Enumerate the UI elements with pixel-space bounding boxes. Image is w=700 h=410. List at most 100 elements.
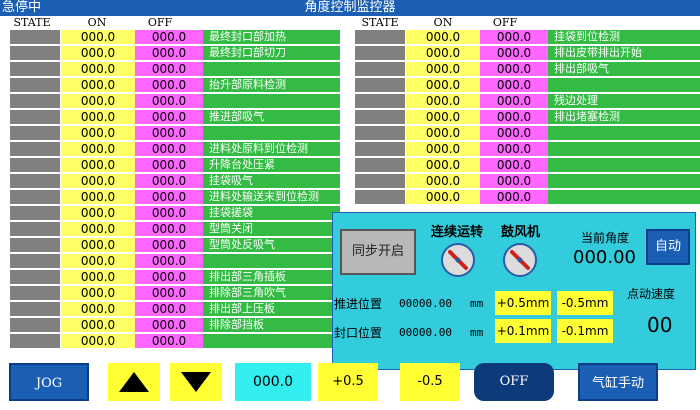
io-description: 抬升部原料检测 [203, 78, 340, 93]
on-angle-value[interactable]: 000.0 [61, 334, 135, 349]
on-angle-value[interactable]: 000.0 [61, 318, 135, 333]
io-description: 排出皮带排出开始 [548, 46, 700, 61]
on-angle-value[interactable]: 000.0 [406, 158, 480, 173]
on-angle-value[interactable]: 000.0 [406, 142, 480, 157]
off-angle-value[interactable]: 000.0 [480, 158, 548, 173]
state-indicator [10, 62, 61, 77]
off-angle-value[interactable]: 000.0 [135, 286, 203, 301]
off-angle-value[interactable]: 000.0 [135, 62, 203, 77]
on-angle-value[interactable]: 000.0 [406, 78, 480, 93]
off-angle-value[interactable]: 000.0 [480, 46, 548, 61]
state-indicator [10, 206, 61, 221]
state-indicator [10, 142, 61, 157]
off-angle-value[interactable]: 000.0 [480, 174, 548, 189]
io-description: 最终封口部切刀 [203, 46, 340, 61]
on-angle-value[interactable]: 000.0 [61, 270, 135, 285]
off-angle-value[interactable]: 000.0 [135, 174, 203, 189]
io-description: 推进部吸气 [203, 110, 340, 125]
state-indicator [355, 62, 406, 77]
jog-button[interactable]: JOG [9, 363, 89, 401]
on-angle-value[interactable]: 000.0 [406, 190, 480, 205]
state-indicator [10, 318, 61, 333]
on-angle-value[interactable]: 000.0 [61, 158, 135, 173]
off-angle-value[interactable]: 000.0 [135, 238, 203, 253]
on-angle-value[interactable]: 000.0 [61, 254, 135, 269]
up-button[interactable] [108, 363, 160, 401]
on-angle-value[interactable]: 000.0 [61, 78, 135, 93]
off-angle-value[interactable]: 000.0 [135, 302, 203, 317]
on-angle-value[interactable]: 000.0 [61, 238, 135, 253]
off-angle-value[interactable]: 000.0 [135, 222, 203, 237]
off-angle-value[interactable]: 000.0 [135, 206, 203, 221]
on-angle-value[interactable]: 000.0 [61, 174, 135, 189]
io-description: 型筒关闭 [203, 222, 340, 237]
off-angle-value[interactable]: 000.0 [135, 270, 203, 285]
io-description: 排出堵塞检测 [548, 110, 700, 125]
off-angle-value[interactable]: 000.0 [135, 30, 203, 45]
blower-switch[interactable] [503, 243, 537, 277]
on-angle-value[interactable]: 000.0 [61, 126, 135, 141]
cylinder-manual-button[interactable]: 气缸手动 [578, 363, 658, 401]
io-description [203, 334, 340, 349]
off-angle-value[interactable]: 000.0 [135, 94, 203, 109]
on-angle-value[interactable]: 000.0 [61, 142, 135, 157]
off-angle-value[interactable]: 000.0 [135, 46, 203, 61]
plus-0-5-button[interactable]: +0.5 [318, 363, 378, 401]
io-description: 排除部三角吹气 [203, 286, 340, 301]
on-angle-value[interactable]: 000.0 [61, 62, 135, 77]
on-angle-value[interactable]: 000.0 [61, 94, 135, 109]
on-angle-value[interactable]: 000.0 [61, 190, 135, 205]
off-angle-value[interactable]: 000.0 [480, 126, 548, 141]
state-indicator [10, 126, 61, 141]
on-angle-value[interactable]: 000.0 [406, 126, 480, 141]
on-angle-value[interactable]: 000.0 [61, 30, 135, 45]
off-angle-value[interactable]: 000.0 [135, 110, 203, 125]
push-position-unit: mm [470, 297, 484, 310]
off-angle-value[interactable]: 000.0 [480, 30, 548, 45]
state-indicator [355, 174, 406, 189]
push-minus-0-5-button[interactable]: -0.5mm [557, 291, 613, 315]
off-angle-value[interactable]: 000.0 [135, 142, 203, 157]
on-angle-value[interactable]: 000.0 [61, 222, 135, 237]
current-angle-label: 当前角度 [581, 231, 630, 245]
off-angle-value[interactable]: 000.0 [135, 190, 203, 205]
off-angle-value[interactable]: 000.0 [480, 78, 548, 93]
on-angle-value[interactable]: 000.0 [61, 110, 135, 125]
jog-speed-value: 00 [647, 313, 673, 337]
off-angle-value[interactable]: 000.0 [480, 142, 548, 157]
state-indicator [10, 222, 61, 237]
off-angle-value[interactable]: 000.0 [480, 62, 548, 77]
on-angle-value[interactable]: 000.0 [406, 30, 480, 45]
off-angle-value[interactable]: 000.0 [135, 78, 203, 93]
on-angle-value[interactable]: 000.0 [61, 302, 135, 317]
off-angle-value[interactable]: 000.0 [135, 126, 203, 141]
continuous-run-switch[interactable] [441, 243, 475, 277]
io-description: 最终封口部加热 [203, 30, 340, 45]
on-angle-value[interactable]: 000.0 [61, 206, 135, 221]
minus-0-5-button[interactable]: -0.5 [400, 363, 460, 401]
off-angle-value[interactable]: 000.0 [480, 110, 548, 125]
off-button[interactable]: OFF [474, 363, 554, 401]
down-button[interactable] [170, 363, 222, 401]
seal-plus-0-1-button[interactable]: +0.1mm [495, 319, 551, 343]
on-angle-value[interactable]: 000.0 [406, 174, 480, 189]
push-plus-0-5-button[interactable]: +0.5mm [495, 291, 551, 315]
on-angle-value[interactable]: 000.0 [406, 46, 480, 61]
off-angle-value[interactable]: 000.0 [135, 318, 203, 333]
on-angle-value[interactable]: 000.0 [61, 286, 135, 301]
state-indicator [355, 30, 406, 45]
on-angle-value[interactable]: 000.0 [61, 46, 135, 61]
switch-needle-icon [448, 250, 468, 270]
sync-start-button[interactable]: 同步开启 [340, 229, 416, 275]
off-angle-value[interactable]: 000.0 [480, 94, 548, 109]
off-angle-value[interactable]: 000.0 [135, 158, 203, 173]
off-angle-value[interactable]: 000.0 [135, 254, 203, 269]
off-angle-value[interactable]: 000.0 [135, 334, 203, 349]
on-angle-value[interactable]: 000.0 [406, 110, 480, 125]
on-angle-value[interactable]: 000.0 [406, 94, 480, 109]
on-angle-value[interactable]: 000.0 [406, 62, 480, 77]
auto-button[interactable]: 自动 [646, 229, 690, 265]
state-indicator [355, 158, 406, 173]
seal-minus-0-1-button[interactable]: -0.1mm [557, 319, 613, 343]
off-angle-value[interactable]: 000.0 [480, 190, 548, 205]
